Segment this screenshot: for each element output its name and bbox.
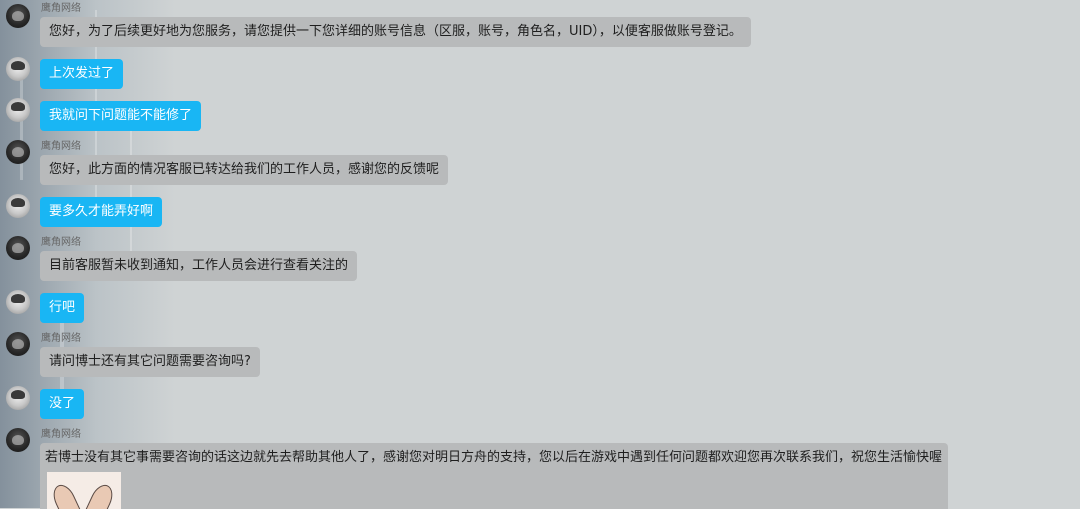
sender-name: 鹰角网络	[41, 429, 81, 440]
agent-avatar	[6, 236, 30, 260]
user-message-bubble: 我就问下问题能不能修了	[40, 101, 202, 131]
agent-avatar	[6, 4, 30, 28]
agent-avatar	[6, 140, 30, 164]
user-avatar	[6, 194, 30, 218]
user-avatar	[6, 57, 30, 81]
user-message-bubble: 行吧	[40, 293, 85, 323]
sender-name: 鹰角网络	[41, 3, 81, 14]
sticker-ear-right	[85, 481, 117, 509]
agent-message-bubble: 若博士没有其它事需要咨询的话这边就先去帮助其他人了，感谢您对明日方舟的支持，您以…	[40, 443, 949, 509]
sender-name: 鹰角网络	[41, 141, 81, 152]
agent-message-bubble: 您好，为了后续更好地为您服务，请您提供一下您详细的账号信息（区服，账号，角色名，…	[40, 17, 751, 47]
agent-message-bubble: 您好，此方面的情况客服已转达给我们的工作人员，感谢您的反馈呢	[40, 155, 449, 185]
sender-name: 鹰角网络	[41, 237, 81, 248]
user-avatar	[6, 290, 30, 314]
user-avatar	[6, 98, 30, 122]
agent-message-bubble: 目前客服暂未收到通知，工作人员会进行查看关注的	[40, 251, 358, 281]
agent-message-text: 若博士没有其它事需要咨询的话这边就先去帮助其他人了，感谢您对明日方舟的支持，您以…	[45, 450, 943, 465]
sender-name: 鹰角网络	[41, 333, 81, 344]
user-message-bubble: 上次发过了	[40, 59, 124, 89]
sticker-ear-left	[49, 481, 81, 509]
user-avatar	[6, 386, 30, 410]
bunny-sticker-image	[47, 472, 121, 509]
agent-avatar	[6, 332, 30, 356]
user-message-bubble: 要多久才能弄好啊	[40, 197, 163, 227]
user-message-bubble: 没了	[40, 389, 85, 419]
agent-message-bubble: 请问博士还有其它问题需要咨询吗?	[40, 347, 260, 377]
agent-avatar	[6, 428, 30, 452]
